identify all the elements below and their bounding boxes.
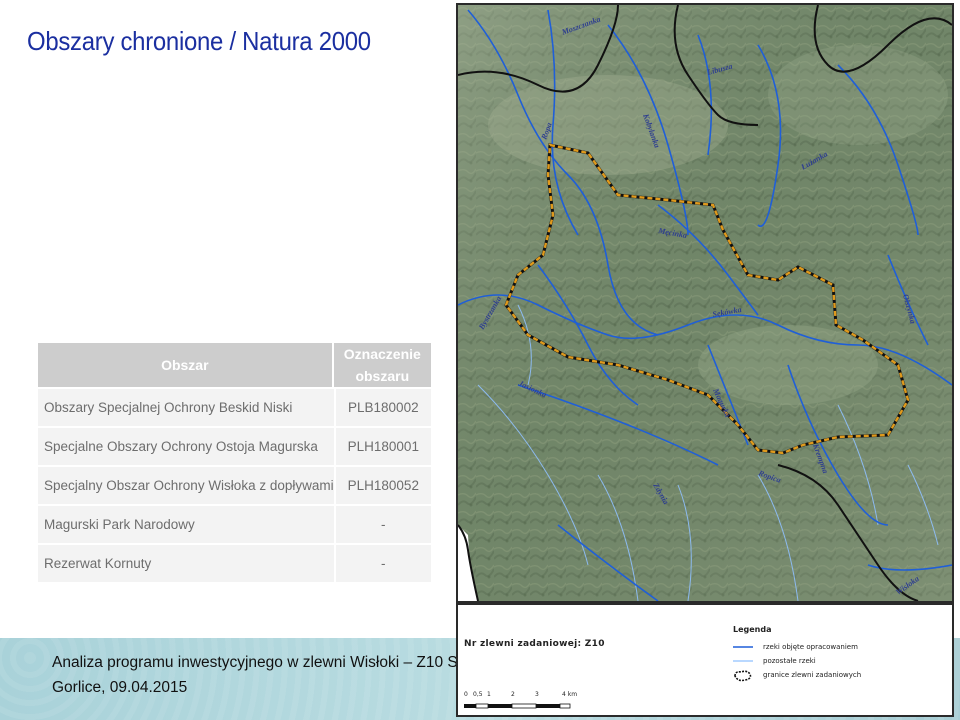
- light-blue-line-icon: [733, 656, 753, 666]
- valley-patch: [488, 75, 728, 175]
- area-name: Obszary Specjalnej Ochrony Beskid Niski: [38, 387, 334, 426]
- table-row: Obszary Specjalnej Ochrony Beskid Niski …: [38, 387, 431, 426]
- footer-date: Gorlice, 09.04.2015: [52, 679, 188, 696]
- legend-label: pozostałe rzeki: [763, 657, 816, 665]
- dashed-outline-icon: [733, 670, 753, 682]
- header-code-line2: obszaru: [355, 368, 410, 384]
- area-code: -: [333, 543, 431, 582]
- scale-tick-label: 2: [511, 691, 515, 698]
- table-row: Rezerwat Kornuty -: [38, 543, 431, 582]
- scale-tick-label: 0,5: [473, 691, 483, 698]
- area-name: Rezerwat Kornuty: [38, 543, 334, 582]
- scale-tick-label: 0: [464, 691, 468, 698]
- header-code: Oznaczenie obszaru: [333, 343, 431, 387]
- table-header-row: Obszar Oznaczenie obszaru: [38, 343, 431, 387]
- scale-tick-label: 3: [535, 691, 539, 698]
- table-row: Specjalny Obszar Ochrony Wisłoka z dopły…: [38, 465, 431, 504]
- footer-title: Analiza programu inwestycyjnego w zlewni…: [52, 654, 511, 671]
- legend-item-other-rivers: pozostałe rzeki: [733, 655, 816, 667]
- scale-tick-label: 1: [487, 691, 491, 698]
- area-code: PLB180002: [333, 387, 431, 426]
- slide-title: Obszary chronione / Natura 2000: [27, 26, 371, 56]
- header-code-line1: Oznaczenie: [343, 346, 421, 362]
- area-name: Specjalne Obszary Ochrony Ostoja Magursk…: [38, 426, 334, 465]
- catchment-map: Moszczanka Libusza Ropa Kobylanka Łużank…: [456, 3, 954, 603]
- valley-patch: [768, 45, 948, 145]
- scale-bar-graphic: [464, 703, 571, 709]
- area-code: -: [333, 504, 431, 543]
- catchment-number-label: Nr zlewni zadaniowej: Z10: [464, 639, 605, 649]
- area-name: Magurski Park Narodowy: [38, 504, 334, 543]
- map-svg: Moszczanka Libusza Ropa Kobylanka Łużank…: [458, 5, 952, 601]
- area-code: PLH180052: [333, 465, 431, 504]
- legend-title: Legenda: [733, 625, 772, 634]
- legend-item-catchment-boundary: granice zlewni zadaniowych: [733, 669, 862, 682]
- area-code: PLH180001: [333, 426, 431, 465]
- table-row: Magurski Park Narodowy -: [38, 504, 431, 543]
- scale-bar: 0 0,5 1 2 3 4 km: [464, 691, 584, 714]
- blue-line-icon: [733, 642, 753, 652]
- legend-item-main-rivers: rzeki objęte opracowaniem: [733, 641, 858, 653]
- legend-label: granice zlewni zadaniowych: [763, 671, 862, 679]
- scale-tick-label: 4 km: [562, 691, 578, 698]
- legend-label: rzeki objęte opracowaniem: [763, 643, 858, 651]
- map-legend-panel: Nr zlewni zadaniowej: Z10 Legenda rzeki …: [456, 603, 954, 717]
- protected-areas-table: Obszar Oznaczenie obszaru Obszary Specja…: [38, 343, 431, 582]
- header-area: Obszar: [38, 343, 334, 387]
- area-name: Specjalny Obszar Ochrony Wisłoka z dopły…: [38, 465, 334, 504]
- table-row: Specjalne Obszary Ochrony Ostoja Magursk…: [38, 426, 431, 465]
